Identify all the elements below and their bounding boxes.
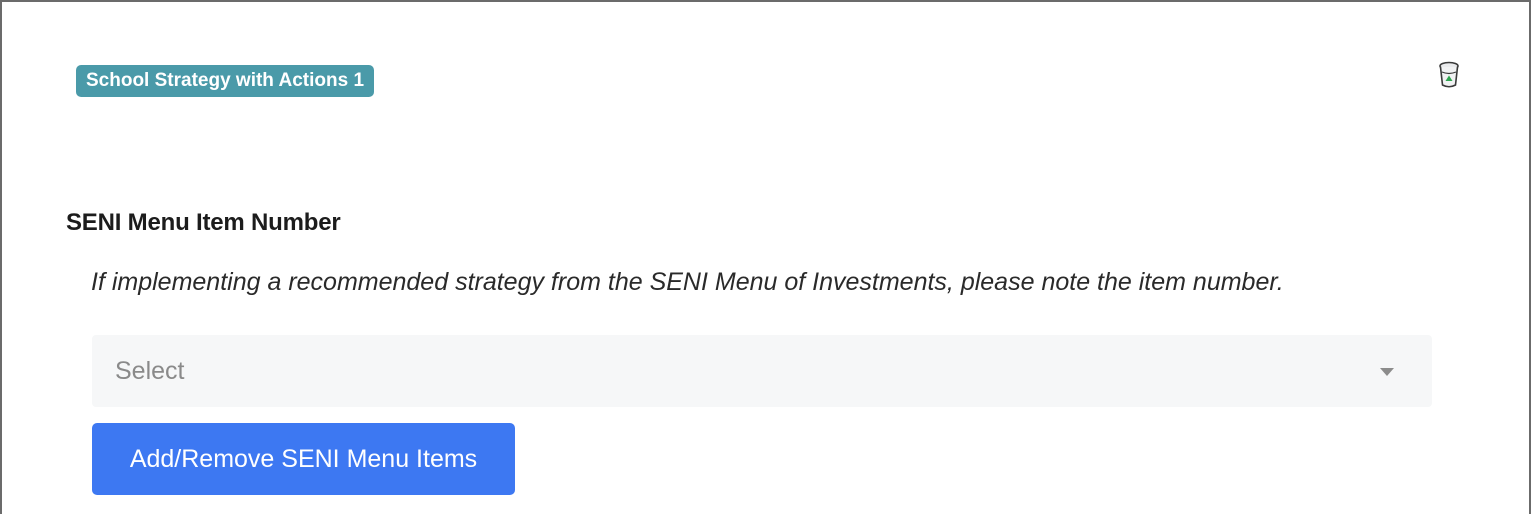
add-remove-seni-items-button[interactable]: Add/Remove SENI Menu Items [92,423,515,495]
trash-icon[interactable] [1436,60,1462,90]
field-title: SENI Menu Item Number [66,209,341,236]
strategy-card: School Strategy with Actions 1 SENI Menu… [0,0,1531,514]
seni-item-select[interactable]: Select [92,335,1432,407]
chevron-down-icon [1380,368,1394,376]
strategy-badge: School Strategy with Actions 1 [76,65,375,97]
field-hint: If implementing a recommended strategy f… [91,268,1284,296]
select-placeholder: Select [115,357,185,385]
